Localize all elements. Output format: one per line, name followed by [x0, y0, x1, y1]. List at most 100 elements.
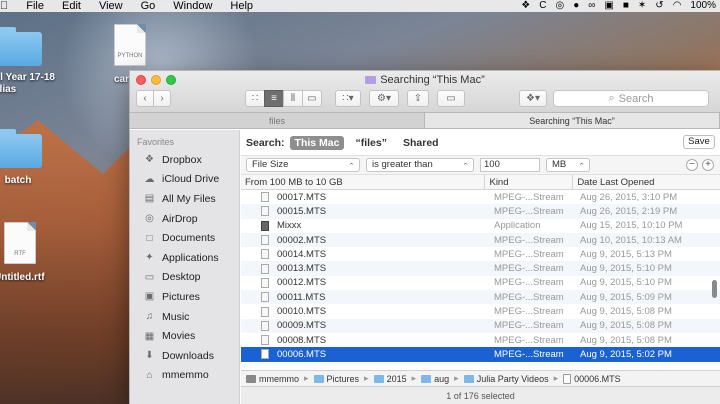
desktop-folder-alias[interactable]: ol Year 17-18 alias	[0, 27, 55, 96]
table-row[interactable]: 00008.MTS MPEG-...Stream Aug 9, 2015, 5:08…	[241, 333, 720, 347]
menu-edit[interactable]: Edit	[53, 0, 90, 12]
action-gear-icon[interactable]: ⚙▾	[369, 90, 399, 107]
sidebar-item-music[interactable]: ♫ Music	[130, 307, 239, 327]
creative-cloud-icon[interactable]: ◎	[555, 0, 564, 12]
attribute-select[interactable]: File Size	[246, 158, 360, 172]
battery-percent[interactable]: 100%	[690, 0, 716, 12]
menu-window[interactable]: Window	[164, 0, 221, 12]
row-date: Aug 9, 2015, 5:08 PM	[580, 320, 672, 332]
share-icon[interactable]: ⇪	[407, 90, 429, 107]
sidebar-item-label: All My Files	[162, 192, 216, 205]
table-row[interactable]: Mixxx Application Aug 15, 2015, 10:10 PM	[241, 219, 720, 233]
search-field[interactable]: ⌕ Search	[553, 90, 709, 107]
screen-icon[interactable]: ▣	[604, 0, 613, 12]
dropbox-icon[interactable]: ❖	[521, 0, 530, 12]
scope-files[interactable]: “files”	[350, 136, 392, 150]
tab-searching[interactable]: Searching “This Mac”	[425, 113, 720, 128]
path-item[interactable]: mmemmo	[259, 374, 299, 384]
scope-shared[interactable]: Shared	[398, 136, 444, 150]
c-icon[interactable]: C	[539, 0, 546, 12]
sidebar-item-desktop[interactable]: ▭ Desktop	[130, 268, 239, 288]
sidebar-item-home[interactable]: ⌂ mmemmo	[130, 366, 239, 386]
row-kind: MPEG-...Stream	[494, 277, 564, 289]
row-name: 00009.MTS	[277, 320, 327, 332]
table-row-selected[interactable]: 00006.MTS MPEG-...Stream Aug 9, 2015, 5:02…	[241, 347, 720, 362]
glasses-icon[interactable]: ∞	[588, 0, 595, 12]
menu-view[interactable]: View	[90, 0, 132, 12]
icon-view-icon[interactable]: ∷	[245, 90, 265, 107]
desktop-icon: ▭	[144, 271, 155, 283]
back-button[interactable]: ‹	[136, 90, 154, 107]
column-view-icon[interactable]: ⫴	[283, 90, 303, 107]
list-view-icon[interactable]: ≡	[264, 90, 284, 107]
operator-select[interactable]: is greater than	[366, 158, 474, 172]
sidebar-item-documents[interactable]: □ Documents	[130, 228, 239, 248]
path-bar: mmemmo ▸ Pictures ▸ 2015 ▸ aug ▸ Julia P…	[241, 370, 720, 386]
tab-files[interactable]: files	[130, 113, 425, 128]
scrollbar-thumb[interactable]	[712, 280, 717, 298]
menu-go[interactable]: Go	[132, 0, 165, 12]
sidebar-item-movies[interactable]: ▦ Movies	[130, 326, 239, 346]
video-file-icon	[261, 320, 269, 331]
gpu-icon[interactable]: ■	[623, 0, 629, 12]
sidebar-item-dropbox[interactable]: ❖ Dropbox	[130, 150, 239, 170]
desktop-folder-batch[interactable]: batch	[0, 129, 42, 186]
path-item[interactable]: aug	[434, 374, 449, 384]
row-kind: MPEG-...Stream	[494, 191, 564, 203]
sidebar-item-label: Desktop	[162, 271, 201, 284]
path-item[interactable]: 00006.MTS	[574, 374, 621, 384]
home-icon: ⌂	[146, 369, 153, 381]
table-row[interactable]: 00014.MTS MPEG-...Stream Aug 9, 2015, 5:13…	[241, 247, 720, 261]
sidebar-item-pictures[interactable]: ▣ Pictures	[130, 287, 239, 307]
table-row[interactable]: 00002.MTS MPEG-...Stream Aug 10, 2015, 10:…	[241, 232, 720, 248]
sidebar-item-label: Movies	[162, 330, 196, 343]
size-value-input[interactable]: 100	[480, 158, 540, 172]
path-item[interactable]: Julia Party Videos	[477, 374, 549, 384]
column-date-last-opened[interactable]: Date Last Opened	[573, 175, 720, 189]
table-row[interactable]: 00009.MTS MPEG-...Stream Aug 9, 2015, 5:08…	[241, 318, 720, 333]
dropbox-toolbar-icon[interactable]: ❖▾	[519, 90, 547, 107]
desktop-icon-label: batch	[4, 175, 32, 186]
sidebar-item-downloads[interactable]: ⬇ Downloads	[130, 346, 239, 366]
table-row[interactable]: 00013.MTS MPEG-...Stream Aug 9, 2015, 5:10…	[241, 261, 720, 276]
documents-icon: □	[146, 232, 153, 244]
unit-select[interactable]: MB	[546, 158, 590, 172]
sidebar-item-applications[interactable]: ✦ Applications	[130, 248, 239, 268]
table-row[interactable]: 00012.MTS MPEG-...Stream Aug 9, 2015, 5:10…	[241, 276, 720, 290]
path-item[interactable]: Pictures	[327, 374, 360, 384]
desktop-icon-label: Untitled.rtf	[0, 272, 45, 283]
sidebar-item-airdrop[interactable]: ◎ AirDrop	[130, 209, 239, 229]
menu-file[interactable]: File	[17, 0, 53, 12]
forward-button[interactable]: ›	[153, 90, 171, 107]
column-name[interactable]: From 100 MB to 10 GB	[241, 175, 486, 189]
time-machine-icon[interactable]: ↺	[655, 0, 663, 12]
menu-help[interactable]: Help	[221, 0, 262, 12]
paw-icon[interactable]: ●	[573, 0, 579, 12]
sidebar-item-all-files[interactable]: ▤ All My Files	[130, 189, 239, 209]
search-results-pane: Search: This Mac “files” Shared Save Fil…	[241, 130, 720, 404]
camera-icon: ▣	[144, 291, 155, 303]
scope-this-mac[interactable]: This Mac	[289, 135, 345, 150]
music-icon: ♫	[145, 311, 154, 323]
table-row[interactable]: 00015.MTS MPEG-...Stream Aug 26, 2015, 2:1…	[241, 204, 720, 219]
cover-flow-icon[interactable]: ▭	[302, 90, 322, 107]
sidebar-item-icloud[interactable]: ☁ iCloud Drive	[130, 170, 239, 190]
bluetooth-icon[interactable]: ✶	[638, 0, 646, 12]
apple-menu-icon[interactable]: 	[0, 0, 17, 12]
remove-criterion-button[interactable]: −	[686, 159, 698, 171]
sidebar-item-label: Documents	[162, 232, 216, 245]
row-kind: MPEG-...Stream	[494, 291, 564, 303]
table-row[interactable]: 00010.MTS MPEG-...Stream Aug 9, 2015, 5:08…	[241, 304, 720, 318]
wifi-icon[interactable]: ◠	[673, 0, 682, 12]
python-file-icon: PYTHON	[114, 24, 146, 66]
sidebar-item-label: AirDrop	[162, 212, 198, 225]
column-kind[interactable]: Kind	[485, 175, 574, 189]
tags-icon[interactable]: ▭	[437, 90, 465, 107]
table-row[interactable]: 00011.MTS MPEG-...Stream Aug 9, 2015, 5:09…	[241, 290, 720, 305]
table-row[interactable]: 00017.MTS MPEG-...Stream Aug 26, 2015, 3:1…	[241, 190, 720, 204]
desktop-rtf-file[interactable]: RTF Untitled.rtf	[0, 222, 45, 283]
path-item[interactable]: 2015	[387, 374, 407, 384]
add-criterion-button[interactable]: +	[702, 159, 714, 171]
save-search-button[interactable]: Save	[683, 135, 715, 149]
arrange-button[interactable]: ∷▾	[335, 90, 361, 107]
